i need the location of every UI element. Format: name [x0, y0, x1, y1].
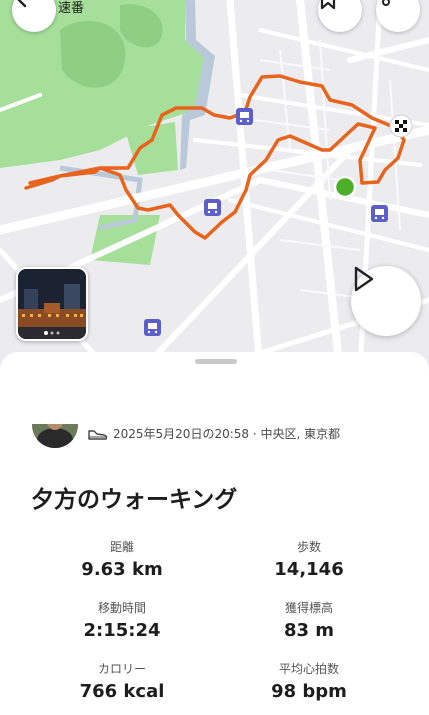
- stat-label: 歩数: [296, 540, 321, 554]
- train-station-icon: [236, 108, 253, 125]
- activity-meta: 2025年5月20日の20:58 · 中央区, 東京都: [88, 425, 340, 442]
- photo-thumbnail[interactable]: [16, 267, 88, 341]
- activity-date-location: 2025年5月20日の20:58 · 中央区, 東京都: [113, 427, 341, 441]
- stat-label: 平均心拍数: [278, 662, 339, 676]
- avatar[interactable]: [32, 424, 78, 448]
- start-marker: [333, 175, 357, 199]
- route-map[interactable]: 速番: [0, 0, 429, 372]
- stat-value: 83 m: [283, 620, 335, 641]
- stat-label: 距離: [109, 540, 134, 554]
- stat-elevation-gain: 獲得標高 83 m: [219, 599, 399, 641]
- activity-sheet: 2025年5月20日の20:58 · 中央区, 東京都 夕方のウォーキング 距離…: [0, 352, 429, 715]
- play-flyover-button[interactable]: [351, 266, 421, 336]
- stat-distance: 距離 9.63 km: [32, 538, 212, 580]
- night-station-photo: [18, 269, 86, 339]
- stat-value: 9.63 km: [81, 559, 163, 580]
- stat-avg-heart-rate: 平均心拍数 98 bpm: [219, 660, 399, 702]
- stat-value: 2:15:24: [83, 620, 161, 641]
- train-station-icon: [144, 319, 161, 336]
- more-icon: [382, 0, 390, 6]
- stat-value: 98 bpm: [271, 681, 347, 702]
- train-station-icon: [371, 205, 388, 222]
- stat-value: 14,146: [274, 559, 344, 580]
- stat-label: 獲得標高: [284, 601, 333, 615]
- stat-calories: カロリー 766 kcal: [32, 660, 212, 702]
- sheet-drag-handle[interactable]: [195, 359, 237, 364]
- finish-flag-icon: [389, 114, 413, 138]
- stat-moving-time: 移動時間 2:15:24: [32, 599, 212, 641]
- stat-steps: 歩数 14,146: [219, 538, 399, 580]
- stat-label: 移動時間: [97, 601, 146, 615]
- stat-label: カロリー: [97, 662, 146, 676]
- play-icon: [354, 266, 374, 292]
- train-station-icon: [204, 199, 221, 216]
- back-icon: [17, 0, 27, 8]
- stat-value: 766 kcal: [79, 681, 165, 702]
- shoe-icon: [88, 429, 108, 440]
- activity-title: 夕方のウォーキング: [31, 487, 238, 513]
- map-place-label: 速番: [58, 1, 84, 16]
- bookmark-icon: [320, 0, 336, 10]
